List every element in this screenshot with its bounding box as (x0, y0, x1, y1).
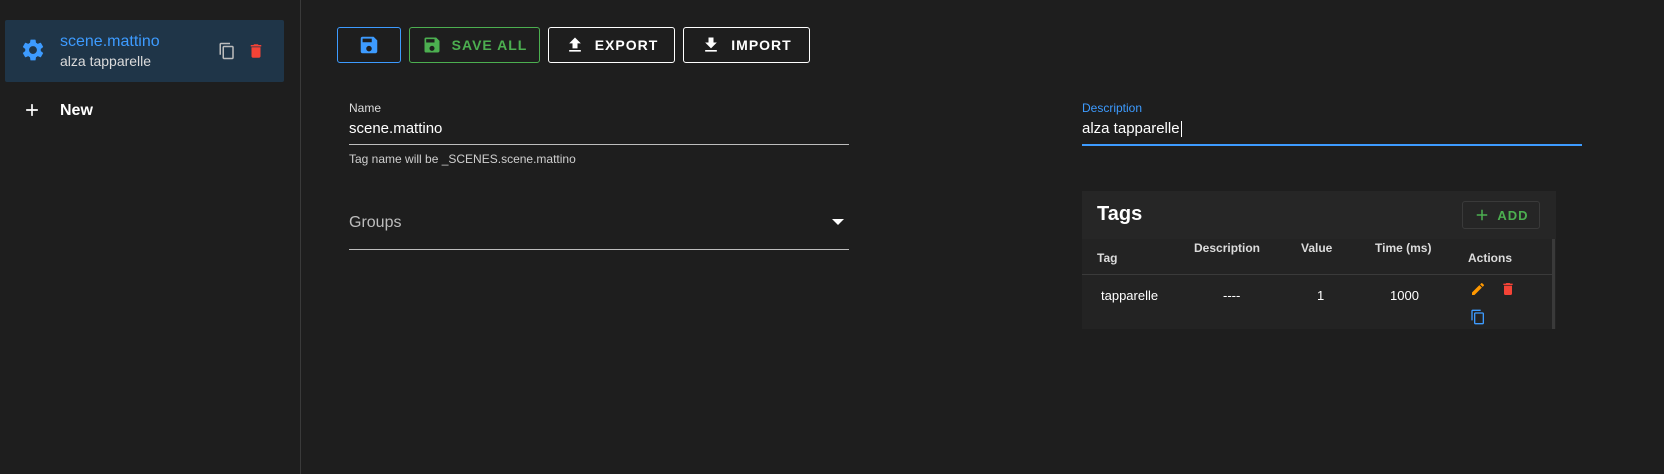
row-description: ---- (1223, 288, 1241, 303)
column-header-value: Value (1301, 241, 1333, 255)
name-underline (349, 144, 849, 145)
groups-underline (349, 249, 849, 250)
row-time: 1000 (1390, 288, 1419, 303)
sidebar: scene.mattino alza tapparelle New (0, 0, 301, 474)
row-value: 1 (1317, 288, 1325, 303)
scene-description: alza tapparelle (60, 53, 152, 69)
name-hint: Tag name will be _SCENES.scene.mattino (349, 152, 576, 166)
new-label: New (60, 102, 93, 119)
delete-icon[interactable] (247, 42, 265, 60)
tags-panel: Tags ADD Tag Description Value Time (ms)… (1082, 191, 1556, 329)
add-tag-button[interactable]: ADD (1462, 201, 1540, 229)
export-button[interactable]: EXPORT (548, 27, 675, 63)
tags-title: Tags (1097, 203, 1143, 225)
edit-icon[interactable] (1470, 281, 1486, 297)
scene-list-item[interactable]: scene.mattino alza tapparelle (5, 20, 284, 82)
column-header-actions: Actions (1468, 251, 1513, 265)
description-underline (1082, 144, 1582, 146)
scene-name: scene.mattino (60, 33, 160, 50)
column-header-tag: Tag (1097, 251, 1118, 265)
name-label: Name (349, 101, 382, 115)
save-all-label: SAVE ALL (451, 37, 528, 53)
add-label: ADD (1497, 207, 1529, 223)
export-label: EXPORT (594, 37, 659, 53)
import-label: IMPORT (731, 37, 792, 53)
plus-icon (1477, 209, 1488, 221)
chevron-down-icon[interactable] (832, 219, 844, 225)
download-icon (705, 37, 718, 52)
copy-icon[interactable] (218, 42, 236, 60)
description-label: Description (1082, 101, 1143, 115)
scrollbar[interactable] (1552, 239, 1555, 329)
column-header-description: Description (1194, 241, 1261, 255)
save-all-button[interactable]: SAVE ALL (409, 27, 540, 63)
gear-icon (22, 39, 44, 61)
save-button[interactable] (337, 27, 401, 63)
upload-icon (568, 37, 581, 52)
delete-icon[interactable] (1500, 281, 1516, 297)
table-divider (1082, 274, 1552, 275)
name-input[interactable]: scene.mattino (349, 120, 442, 137)
copy-icon[interactable] (1470, 309, 1486, 325)
plus-icon (26, 104, 38, 116)
description-input[interactable]: alza tapparelle (1082, 120, 1182, 138)
column-header-time: Time (ms) (1375, 241, 1432, 255)
save-icon (360, 36, 378, 54)
row-tag: tapparelle (1101, 288, 1159, 303)
import-button[interactable]: IMPORT (683, 27, 810, 63)
groups-select[interactable]: Groups (349, 214, 401, 232)
save-icon (424, 37, 440, 53)
